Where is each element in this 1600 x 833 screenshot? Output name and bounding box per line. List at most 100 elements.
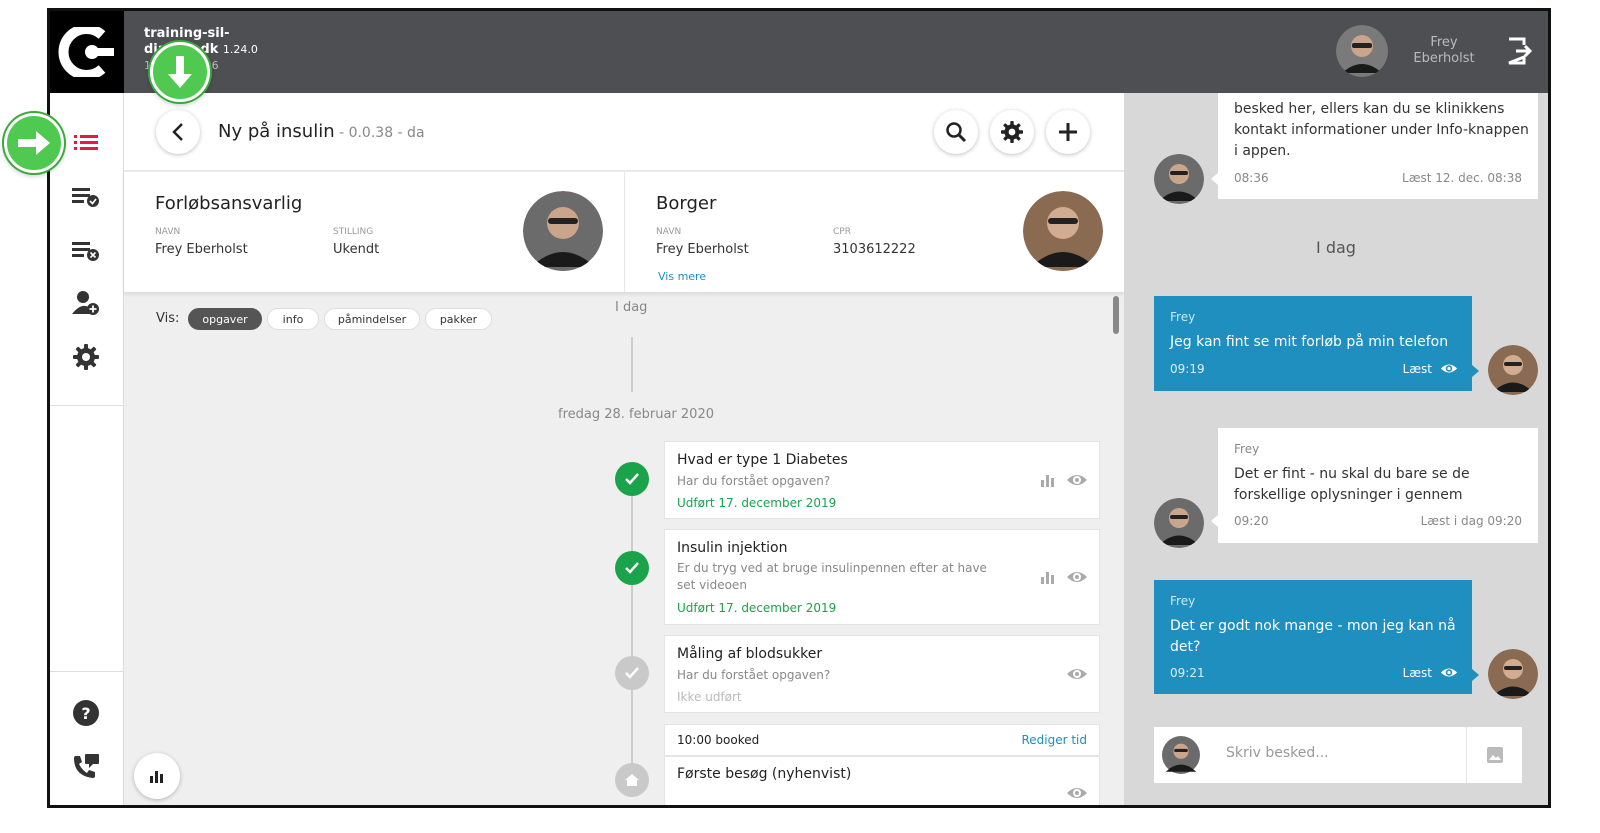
task-question: Har du forstået opgaven?	[677, 474, 831, 488]
citizen-name: Frey Eberholst	[656, 242, 749, 257]
eye-icon[interactable]	[1066, 666, 1088, 682]
task-card[interactable]: Første besøg (nyhenvist)	[664, 756, 1100, 805]
eye-icon	[1440, 364, 1458, 373]
task-title: Måling af blodsukker	[677, 646, 823, 662]
list-cancel-icon	[72, 242, 99, 261]
message-input[interactable]: Skriv besked...	[1226, 745, 1329, 761]
user-first-name: Frey	[1430, 35, 1458, 50]
message-text: Jeg kan fint se mit forløb på min telefo…	[1170, 334, 1449, 350]
message-sender: Frey	[1234, 442, 1260, 456]
message-time: 09:20	[1234, 514, 1269, 528]
filter-chip-tasks[interactable]: opgaver	[188, 308, 262, 330]
help-icon: ?	[73, 700, 99, 726]
composer-avatar	[1162, 736, 1200, 774]
message-sender: Frey	[1170, 310, 1196, 324]
chat-avatar	[1154, 154, 1204, 204]
message-text: Det er fint - nu skal du bare se de fors…	[1234, 466, 1470, 503]
bar-chart-icon	[150, 771, 163, 783]
responsible-name-label: NAVN	[155, 227, 181, 237]
filter-chip-info[interactable]: info	[267, 308, 319, 330]
gear-icon	[1001, 121, 1023, 143]
user-name[interactable]: Frey Eberholst	[1404, 35, 1484, 67]
task-status: Ikke udført	[677, 690, 742, 704]
today-label: I dag	[615, 300, 648, 315]
eye-icon[interactable]	[1066, 785, 1088, 801]
main-header: Ny på insulin - 0.0.38 - da	[124, 93, 1124, 171]
date-label: fredag 28. februar 2020	[558, 407, 714, 422]
sidebar-item-task-list[interactable]	[70, 127, 102, 159]
task-title: Hvad er type 1 Diabetes	[677, 452, 848, 468]
task-card[interactable]: Hvad er type 1 Diabetes Har du forstået …	[664, 441, 1100, 519]
logout-icon[interactable]	[1506, 37, 1532, 65]
chat-avatar	[1488, 649, 1538, 699]
stats-button[interactable]	[134, 753, 180, 799]
visit-status	[615, 763, 649, 797]
message-time: 09:19	[1170, 362, 1205, 376]
user-avatar[interactable]	[1336, 25, 1388, 77]
phone-chat-icon	[74, 754, 99, 778]
app-window: training-sil- dia nto.dk 1.24.0 1 er 09:…	[47, 8, 1551, 808]
task-status: Udført 17. december 2019	[677, 496, 837, 510]
logo-icon	[58, 27, 114, 77]
task-status-done	[615, 462, 649, 496]
settings-button[interactable]	[990, 110, 1034, 154]
eye-icon[interactable]	[1066, 569, 1088, 585]
message-text: Det er godt nok mange - mon jeg kan nå d…	[1170, 618, 1456, 655]
booking-time: 10:00 booked	[677, 733, 760, 747]
check-icon	[625, 562, 639, 574]
search-icon	[946, 122, 967, 143]
citizen-cpr-label: CPR	[833, 227, 851, 237]
chat-avatar	[1154, 498, 1204, 548]
page-title-text: Ny på insulin	[218, 121, 335, 142]
message-composer: Skriv besked...	[1154, 727, 1522, 783]
scrollbar[interactable]	[1113, 296, 1119, 334]
sidebar-item-completed[interactable]	[70, 181, 102, 213]
sidebar-item-contact[interactable]	[70, 751, 102, 783]
eye-icon[interactable]	[1066, 472, 1088, 488]
add-button[interactable]	[1046, 110, 1090, 154]
stats-icon[interactable]	[1040, 472, 1056, 488]
task-question: Er du tryg ved at bruge insulinpennen ef…	[677, 561, 987, 592]
chevron-left-icon	[172, 123, 183, 141]
citizen-name-label: NAVN	[656, 227, 682, 237]
back-button[interactable]	[156, 110, 200, 154]
filter-chip-packages[interactable]: pakker	[425, 308, 492, 330]
chat-message-incoming: Frey Det er fint - nu skal du bare se de…	[1218, 428, 1538, 543]
sidebar-item-cancelled[interactable]	[70, 235, 102, 267]
task-question: Har du forstået opgaven?	[677, 668, 831, 682]
citizen-avatar	[1023, 191, 1103, 271]
responsible-role: Ukendt	[333, 242, 380, 257]
check-icon	[625, 667, 639, 679]
info-cards: Forløbsansvarlig NAVN Frey Eberholst STI…	[124, 172, 1124, 292]
list-check-icon	[72, 188, 99, 207]
sidebar-item-help[interactable]: ?	[70, 697, 102, 729]
app-version: 1.24.0	[222, 43, 258, 56]
filter-chip-reminders[interactable]: påmindelser	[324, 308, 420, 330]
booking-bar: 10:00 booked Rediger tid	[664, 724, 1100, 756]
task-title: Første besøg (nyhenvist)	[677, 766, 852, 782]
search-button[interactable]	[934, 110, 978, 154]
arrow-down-icon	[168, 56, 192, 88]
list-icon	[74, 135, 98, 150]
sidebar-item-settings[interactable]	[70, 341, 102, 373]
citizen-cpr: 3103612222	[833, 242, 916, 257]
stats-icon[interactable]	[1040, 569, 1056, 585]
task-status-pending	[615, 656, 649, 690]
task-card[interactable]: Insulin injektion Er du tryg ved at brug…	[664, 529, 1100, 625]
edit-time-link[interactable]: Rediger tid	[1021, 733, 1087, 747]
top-bar: training-sil- dia nto.dk 1.24.0 1 er 09:…	[50, 11, 1548, 93]
sidebar-item-add-person[interactable]	[70, 287, 102, 319]
responsible-name: Frey Eberholst	[155, 242, 248, 257]
guide-arrow-down	[150, 42, 210, 102]
citizen-card: Borger NAVN Frey Eberholst CPR 310361222…	[624, 172, 1124, 292]
eye-icon	[1440, 668, 1458, 677]
attach-image-button[interactable]	[1466, 727, 1522, 783]
message-read-status: Læst 12. dec. 08:38	[1402, 171, 1522, 185]
show-more-link[interactable]: Vis mere	[658, 270, 706, 283]
task-card[interactable]: Måling af blodsukker Har du forstået opg…	[664, 635, 1100, 713]
site-name-line1: training-sil-	[144, 26, 230, 41]
task-title: Insulin injektion	[677, 540, 788, 556]
chat-message-outgoing: Frey Det er godt nok mange - mon jeg kan…	[1154, 580, 1472, 694]
message-text: besked her, ellers kan du se klinikkens …	[1234, 101, 1529, 159]
svg-text:?: ?	[81, 704, 90, 723]
